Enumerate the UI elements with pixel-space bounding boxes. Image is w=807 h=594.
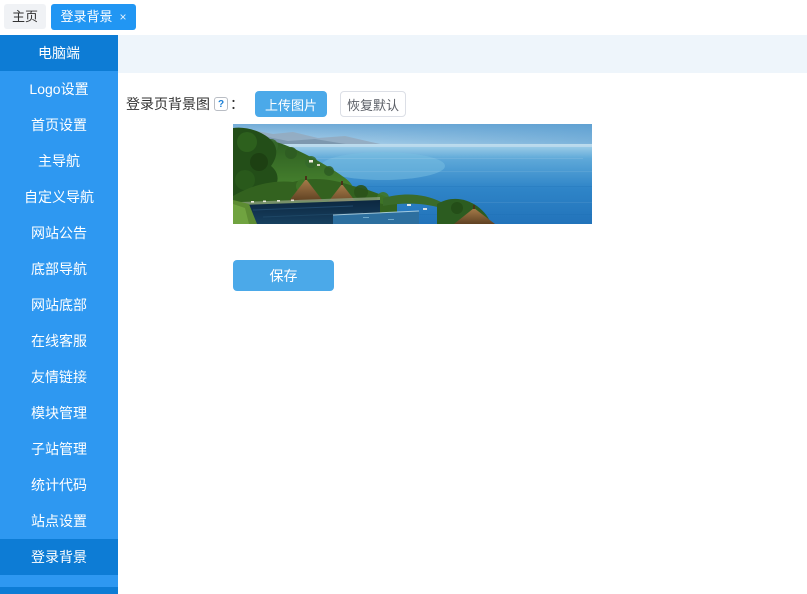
tab-login-background[interactable]: 登录背景 ×: [51, 4, 136, 30]
sidebar-item-custom-nav[interactable]: 自定义导航: [0, 179, 118, 215]
sidebar-item-online-service[interactable]: 在线客服: [0, 323, 118, 359]
sidebar-item-pc[interactable]: 电脑端: [0, 35, 118, 71]
sidebar-item-subsite-management[interactable]: 子站管理: [0, 431, 118, 467]
field-colon: ：: [230, 94, 244, 114]
sidebar-item-module-management[interactable]: 模块管理: [0, 395, 118, 431]
restore-default-button[interactable]: 恢复默认: [340, 91, 406, 117]
sidebar-item-site-announcement[interactable]: 网站公告: [0, 215, 118, 251]
help-icon[interactable]: ?: [214, 97, 228, 111]
sidebar-item-site-settings[interactable]: 站点设置: [0, 503, 118, 539]
content-header-strip: [118, 35, 807, 73]
sidebar-item-logo-settings[interactable]: Logo设置: [0, 71, 118, 107]
sidebar-item-footer-nav[interactable]: 底部导航: [0, 251, 118, 287]
sidebar: 电脑端 Logo设置 首页设置 主导航 自定义导航 网站公告 底部导航 网站底部…: [0, 35, 118, 594]
sidebar-item-main-nav[interactable]: 主导航: [0, 143, 118, 179]
tab-login-background-label: 登录背景: [60, 4, 112, 30]
sidebar-next-section-strip: [0, 587, 118, 594]
sidebar-item-friend-links[interactable]: 友情链接: [0, 359, 118, 395]
tab-home[interactable]: 主页: [4, 4, 46, 29]
background-image-form-row: 登录页背景图 ? ： 上传图片 恢复默认: [126, 91, 406, 117]
close-icon[interactable]: ×: [120, 11, 127, 23]
sidebar-item-home-settings[interactable]: 首页设置: [0, 107, 118, 143]
sidebar-item-statistics-code[interactable]: 统计代码: [0, 467, 118, 503]
content-area: 登录页背景图 ? ： 上传图片 恢复默认: [118, 35, 807, 594]
page: 主页 登录背景 × 电脑端 Logo设置 首页设置 主导航 自定义导航 网站公告…: [0, 0, 807, 594]
upload-image-button[interactable]: 上传图片: [255, 91, 327, 117]
sidebar-item-login-background[interactable]: 登录背景: [0, 539, 118, 575]
save-button[interactable]: 保存: [233, 260, 334, 291]
tab-bar: 主页 登录背景 ×: [0, 0, 807, 35]
login-background-preview-image: [233, 124, 592, 224]
sidebar-item-site-footer[interactable]: 网站底部: [0, 287, 118, 323]
field-label: 登录页背景图: [126, 94, 210, 114]
